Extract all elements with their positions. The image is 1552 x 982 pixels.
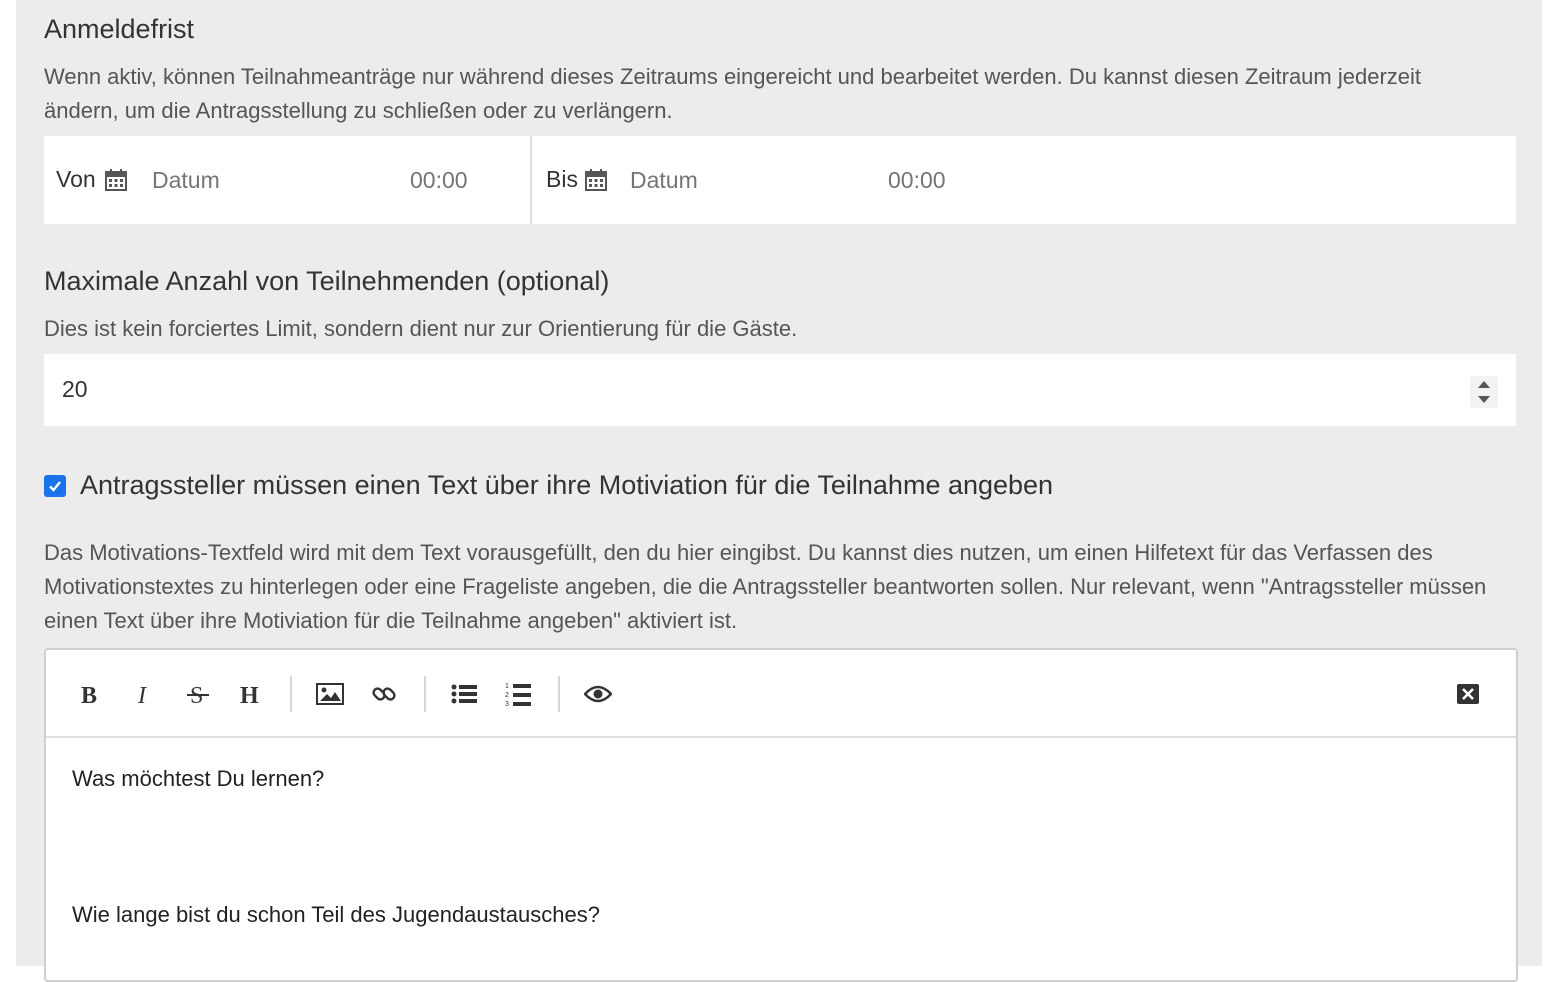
toolbar-divider [290,676,292,712]
calendar-icon[interactable] [104,168,128,192]
toolbar-divider [558,676,560,712]
date-range-row: Von Bis [44,136,1516,224]
svg-text:H: H [240,683,259,706]
motivation-required-label[interactable]: Antragssteller müssen einen Text über ih… [80,470,1053,501]
max-participants-value: 20 [62,376,88,402]
deadline-help-text: Wenn aktiv, können Teilnahmeanträge nur … [44,64,1422,123]
max-participants-input[interactable]: 20 [44,354,1516,426]
to-label: Bis [546,166,578,192]
svg-text:3: 3 [505,701,509,707]
calendar-icon[interactable] [584,168,608,192]
preview-eye-icon[interactable] [580,676,616,712]
italic-icon[interactable]: I [126,676,162,712]
toolbar-divider [424,676,426,712]
from-date-input[interactable] [152,162,332,198]
spinner-arrows-icon [1478,381,1490,403]
strikethrough-icon[interactable]: S [180,676,216,712]
to-date-input[interactable] [630,162,810,198]
number-spinner[interactable] [1470,376,1498,408]
bold-icon[interactable]: B [72,676,108,712]
motivation-help-section: Das Motivations-Textfeld wird mit dem Te… [44,536,1516,638]
section-title-max-participants: Maximale Anzahl von Teilnehmenden (optio… [44,266,610,296]
from-time-input[interactable] [410,162,500,198]
from-date-cell: Von [44,136,532,224]
to-date-cell: Bis [532,136,1516,224]
registration-deadline-section: Anmeldefrist Wenn aktiv, können Teilnahm… [44,12,1516,128]
bullet-list-icon[interactable] [446,676,482,712]
heading-icon[interactable]: H [234,676,270,712]
max-participants-section: Maximale Anzahl von Teilnehmenden (optio… [44,264,1516,346]
motivation-required-checkbox[interactable] [44,474,66,497]
image-icon[interactable] [312,676,348,712]
fullscreen-close-icon[interactable] [1450,676,1486,712]
max-participants-help-text: Dies ist kein forciertes Limit, sondern … [44,316,798,341]
svg-text:I: I [137,683,147,706]
editor-line[interactable]: Was möchtest Du lernen? [72,766,324,792]
svg-text:2: 2 [505,692,509,699]
editor-toolbar: B I S H 1 2 3 [46,650,1516,738]
section-title-deadline: Anmeldefrist [44,14,195,44]
to-time-input[interactable] [888,162,978,198]
motivation-required-row: Antragssteller müssen einen Text über ih… [44,470,1053,501]
svg-text:B: B [81,683,97,706]
settings-panel: Anmeldefrist Wenn aktiv, können Teilnahm… [16,0,1542,982]
svg-text:1: 1 [505,683,509,690]
editor-line[interactable]: Wie lange bist du schon Teil des Jugenda… [72,902,600,928]
checkmark-icon [49,480,61,492]
from-label: Von [56,166,96,192]
link-icon[interactable] [366,676,402,712]
numbered-list-icon[interactable]: 1 2 3 [500,676,536,712]
motivation-help-text: Das Motivations-Textfeld wird mit dem Te… [44,540,1487,633]
motivation-template-editor: B I S H 1 2 3 Was möchtest Du lernen? Wie … [44,648,1518,982]
